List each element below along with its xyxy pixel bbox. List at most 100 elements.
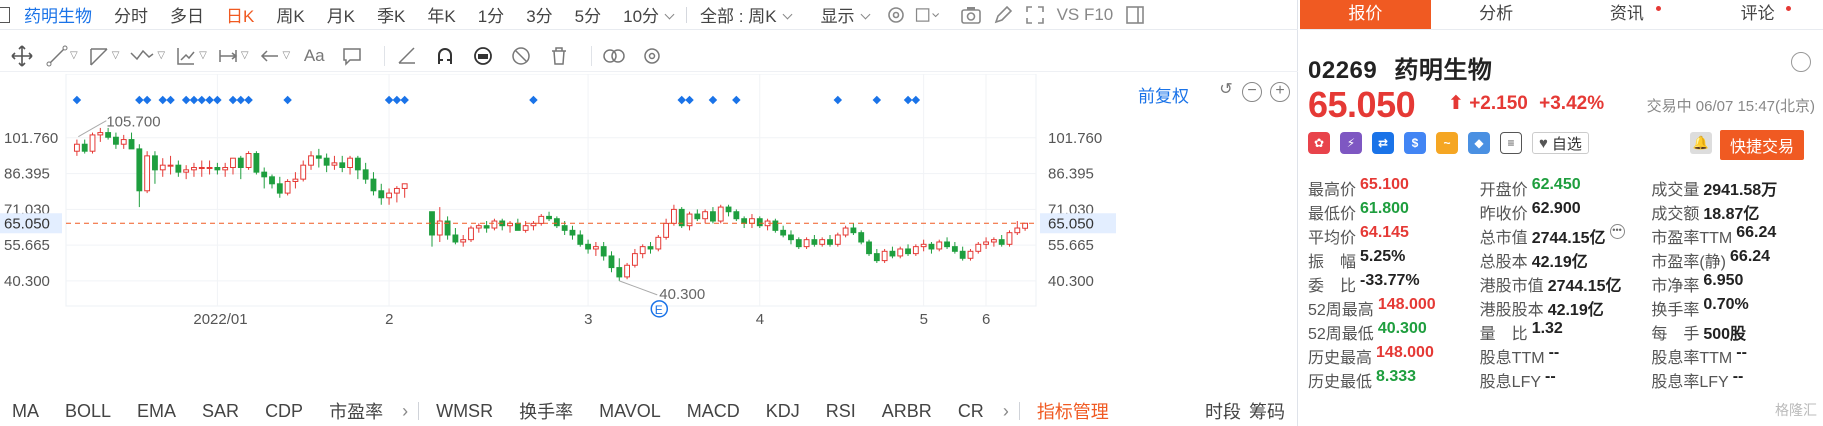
kline-chart[interactable]: 101.760 101.76086.395 86.39571.030 71.03055… — [0, 74, 1298, 394]
line-icon[interactable]: ▽ — [46, 42, 78, 70]
indicator-turnover[interactable]: 换手率 — [506, 398, 586, 424]
tab-weekly-k[interactable]: 周K — [265, 2, 315, 27]
chart-icon[interactable]: ~ — [1436, 132, 1458, 154]
notification-dot — [1786, 6, 1792, 11]
tab-daily-k[interactable]: 日K — [215, 2, 265, 27]
wave-icon[interactable]: ▽ — [129, 42, 165, 70]
candle-body — [975, 243, 982, 252]
panel-settings-icon[interactable] — [1791, 52, 1811, 72]
indicator-kdj[interactable]: KDJ — [753, 401, 813, 422]
more-icon[interactable]: ••• — [1609, 224, 1625, 239]
stats-row: 最低价 61.800 昨收价 62.900 成交额 18.87亿 — [1308, 200, 1823, 224]
tab-3min[interactable]: 3分 — [515, 2, 563, 27]
chip-distribution-button[interactable]: 筹码 — [1245, 398, 1298, 424]
watermark: 格隆汇 — [1775, 402, 1817, 418]
tab-yearly-k[interactable]: 年K — [416, 2, 466, 27]
indicator-boll[interactable]: BOLL — [52, 401, 124, 422]
magnet-icon[interactable] — [431, 42, 459, 70]
candle-body — [237, 157, 244, 169]
tab-analysis[interactable]: 分析 — [1431, 0, 1562, 29]
indicator-cr[interactable]: CR — [945, 401, 997, 422]
vs-f10-icon[interactable]: VS F10 — [1051, 5, 1120, 25]
candle-body — [616, 267, 623, 278]
fullscreen-icon[interactable] — [1022, 2, 1048, 28]
hide-icon[interactable] — [507, 42, 535, 70]
tab-news[interactable]: 资讯 — [1562, 0, 1693, 29]
indicator-rsi[interactable]: RSI — [813, 401, 869, 422]
fib-icon[interactable]: ▽ — [175, 42, 207, 70]
arrow-icon[interactable]: ▽ — [259, 42, 290, 70]
tab-multiday[interactable]: 多日 — [159, 2, 215, 27]
time-range-button[interactable]: 时段 — [1192, 398, 1245, 424]
sidebar-icon[interactable] — [1122, 2, 1148, 28]
candle-body — [592, 246, 599, 250]
indicator-mavol[interactable]: MAVOL — [586, 401, 674, 422]
stat-label: 股息TTM — [1479, 350, 1545, 367]
gear-icon[interactable] — [638, 42, 666, 70]
pencil-icon[interactable] — [990, 2, 1016, 28]
range-icon[interactable]: ▽ — [217, 42, 249, 70]
candle-body — [842, 227, 849, 236]
swap-icon[interactable]: ⇄ — [1372, 132, 1394, 154]
hk-flag-icon[interactable]: ✿ — [1308, 132, 1330, 154]
indicator-cdp[interactable]: CDP — [252, 401, 316, 422]
candle-body — [152, 155, 158, 171]
candle-body — [780, 229, 787, 236]
stats-row: 平均价 64.145 总市值 2744.15亿 ••• 市盈率TTM 66.24 — [1308, 224, 1823, 248]
stat-cell: 总股本 42.19亿 — [1480, 248, 1652, 272]
tag-icon[interactable]: ◆ — [1468, 132, 1490, 154]
tab-quote[interactable]: 报价 — [1300, 0, 1431, 29]
y-tick-label-right: 40.300 — [1048, 273, 1094, 290]
tab-quarterly-k[interactable]: 季K — [366, 2, 416, 27]
lightning-icon[interactable]: ⚡ — [1340, 132, 1362, 154]
comment-icon[interactable] — [338, 42, 366, 70]
stat-label: 委 比 — [1308, 278, 1357, 295]
add-watchlist-button[interactable]: ♥ 自选 — [1532, 132, 1589, 154]
panel-toggle-icon[interactable] — [0, 6, 10, 23]
quote-panel: 报价 分析 资讯 评论 02269 药明生物 65.050 ⬆ +2.150 +… — [1300, 0, 1823, 426]
stat-cell: 换手率 0.70% — [1651, 296, 1823, 320]
trash-icon[interactable] — [545, 42, 573, 70]
tab-1min[interactable]: 1分 — [467, 2, 515, 27]
dollar-icon[interactable]: $ — [1404, 132, 1426, 154]
tab-5min[interactable]: 5分 — [564, 2, 612, 27]
tab-intraday[interactable]: 分时 — [103, 2, 159, 27]
report-icon[interactable]: ≡ — [1500, 132, 1522, 154]
indicator-pe[interactable]: 市盈率 — [316, 398, 396, 424]
link-icon[interactable] — [600, 42, 628, 70]
display-select[interactable]: 显示 — [810, 2, 880, 27]
tab-monthly-k[interactable]: 月K — [316, 2, 366, 27]
tab-comments[interactable]: 评论 — [1692, 0, 1823, 29]
settings-icon[interactable] — [883, 2, 909, 28]
candle-body — [772, 220, 779, 231]
ruler-icon[interactable] — [393, 42, 421, 70]
bell-icon[interactable]: 🔔 — [1690, 132, 1712, 154]
x-tick-label: 5 — [920, 311, 928, 328]
stat-label: 平均价 — [1308, 230, 1357, 247]
text-icon[interactable]: Aa — [300, 42, 328, 70]
lock-icon[interactable] — [469, 42, 497, 70]
quick-trade-button[interactable]: 快捷交易 — [1720, 130, 1805, 160]
candle-body — [881, 250, 888, 262]
tab-10min[interactable]: 10分 — [612, 2, 684, 27]
camera-icon[interactable] — [958, 2, 984, 28]
indicator-sar[interactable]: SAR — [189, 401, 252, 422]
candle-body — [951, 246, 958, 252]
indicator-ma[interactable]: MA — [0, 401, 52, 422]
indicator-manage-button[interactable]: 指标管理 — [1024, 398, 1122, 424]
indicator-wmsr[interactable]: WMSR — [423, 401, 506, 422]
candle-body — [686, 213, 693, 227]
channel-icon[interactable]: ▽ — [88, 42, 119, 70]
chevron-right-icon[interactable]: › — [396, 401, 414, 422]
move-icon[interactable] — [8, 42, 36, 70]
candle-body — [834, 234, 841, 245]
max-price-label: 105.700 — [106, 114, 160, 131]
checkbox-icon[interactable] — [915, 2, 941, 28]
stock-name-tab[interactable]: 药明生物 — [20, 2, 103, 27]
period-select[interactable]: 全部 : 周K — [689, 2, 802, 27]
chevron-right-icon[interactable]: › — [997, 401, 1015, 422]
indicator-ema[interactable]: EMA — [124, 401, 189, 422]
indicator-macd[interactable]: MACD — [674, 401, 753, 422]
stat-label: 成交量 — [1651, 182, 1700, 199]
indicator-arbr[interactable]: ARBR — [869, 401, 945, 422]
